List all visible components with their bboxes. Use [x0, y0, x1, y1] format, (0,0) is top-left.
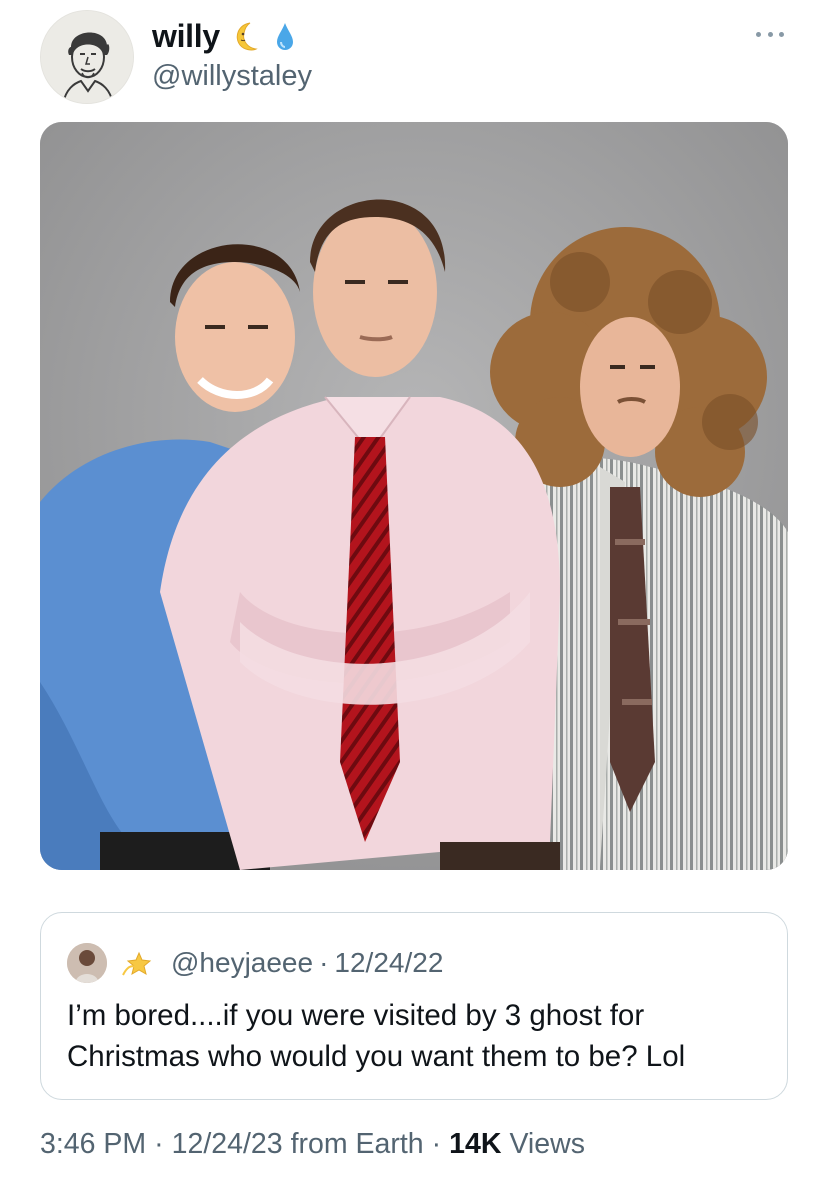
views-count[interactable]: 14K — [449, 1128, 501, 1161]
author-name-row: willy — [152, 14, 300, 58]
more-horizontal-icon — [756, 31, 761, 37]
tweet-date[interactable]: 12/24/23 — [172, 1128, 283, 1161]
more-horizontal-icon-dot — [779, 31, 784, 37]
tweet-meta: 3:46 PM · 12/24/23 from Earth · 14K View… — [40, 1124, 585, 1164]
tweet-time[interactable]: 3:46 PM — [40, 1128, 146, 1161]
quoted-separator: · — [319, 947, 329, 978]
meta-separator-2: · — [431, 1127, 442, 1160]
more-options-button[interactable] — [752, 24, 788, 44]
views-label[interactable]: Views — [509, 1128, 585, 1161]
quoted-author-avatar[interactable] — [67, 943, 107, 983]
tweet-header: willy @willystaley — [0, 0, 828, 120]
quoted-tweet-card[interactable]: @heyjaeee · 12/24/22 I’m bored....if you… — [40, 912, 788, 1100]
photo-three-men — [40, 122, 788, 870]
quoted-date[interactable]: 12/24/22 — [334, 947, 443, 979]
droplet-icon — [276, 23, 293, 50]
quoted-avatar-illustration — [67, 943, 107, 983]
author-handle[interactable]: @willystaley — [152, 60, 312, 93]
quoted-author-handle[interactable]: @heyjaeee — [171, 947, 313, 979]
more-horizontal-icon-dot — [767, 31, 773, 37]
tweet-photo[interactable] — [40, 122, 788, 870]
quoted-tweet-text: I’m bored....if you were visited by 3 gh… — [67, 999, 686, 1073]
author-avatar[interactable] — [40, 10, 134, 104]
author-display-name[interactable]: willy — [152, 18, 220, 55]
crescent-moon-face-icon — [236, 22, 258, 51]
meta-separator: · — [154, 1127, 164, 1160]
author-avatar-illustration — [41, 11, 133, 103]
tweet-source: from Earth — [290, 1127, 424, 1160]
dizzy-icon — [122, 951, 152, 976]
quoted-tweet-header: @heyjaeee · 12/24/22 — [67, 943, 443, 983]
